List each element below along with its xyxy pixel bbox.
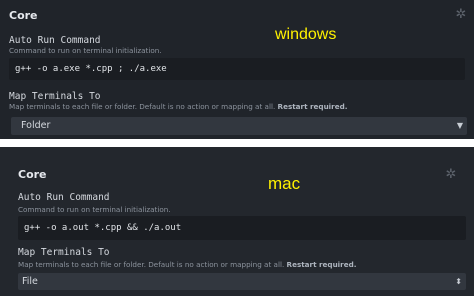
gear-icon[interactable]: ✲ bbox=[444, 168, 458, 182]
map-terminals-title: Map Terminals To bbox=[9, 91, 101, 102]
map-terminals-description: Map terminals to each file or folder. De… bbox=[9, 102, 347, 111]
section-title: Core bbox=[9, 9, 38, 22]
auto-run-command-title: Auto Run Command bbox=[9, 35, 101, 46]
restart-required-note: Restart required. bbox=[286, 260, 357, 269]
panel-divider bbox=[0, 139, 474, 147]
windows-settings-panel: Core ✲ windows Auto Run Command Command … bbox=[0, 0, 474, 139]
map-terminals-description-text: Map terminals to each file or folder. De… bbox=[18, 260, 285, 269]
chevron-down-icon: ▼ bbox=[456, 121, 463, 130]
map-terminals-description: Map terminals to each file or folder. De… bbox=[18, 260, 356, 269]
auto-run-command-input[interactable]: g++ -o a.exe *.cpp ; ./a.exe bbox=[9, 58, 465, 80]
map-terminals-selected-value: Folder bbox=[21, 120, 51, 131]
auto-run-command-title: Auto Run Command bbox=[18, 192, 110, 203]
map-terminals-description-text: Map terminals to each file or folder. De… bbox=[9, 102, 276, 111]
map-terminals-selected-value: File bbox=[22, 276, 38, 287]
map-terminals-select[interactable]: Folder ▼ bbox=[11, 117, 467, 135]
auto-run-command-description: Command to run on terminal initializatio… bbox=[9, 46, 162, 55]
map-terminals-select[interactable]: File ⬍ bbox=[18, 273, 466, 290]
map-terminals-title: Map Terminals To bbox=[18, 247, 110, 258]
os-label: mac bbox=[268, 174, 301, 193]
gear-icon[interactable]: ✲ bbox=[454, 8, 468, 22]
auto-run-command-input[interactable]: g++ -o a.out *.cpp && ./a.out bbox=[18, 216, 466, 240]
restart-required-note: Restart required. bbox=[277, 102, 348, 111]
chevron-updown-icon: ⬍ bbox=[455, 277, 462, 286]
section-title: Core bbox=[18, 168, 47, 181]
mac-settings-panel: Core ✲ mac Auto Run Command Command to r… bbox=[0, 147, 474, 296]
auto-run-command-description: Command to run on terminal initializatio… bbox=[18, 205, 171, 214]
os-label: windows bbox=[275, 26, 337, 43]
